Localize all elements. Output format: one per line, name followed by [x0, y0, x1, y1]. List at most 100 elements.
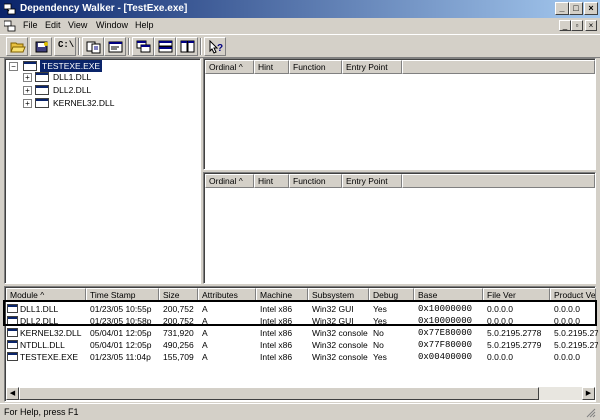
scroll-right-button[interactable]: ▶	[582, 387, 595, 400]
cell-debug: Yes	[373, 352, 387, 362]
tree-item-label: DLL1.DLL	[53, 72, 92, 82]
mdi-restore-button[interactable]: ▫	[571, 20, 583, 31]
cascade-windows-icon	[136, 40, 151, 53]
cell-time-stamp: 05/04/01 12:05p	[90, 328, 152, 338]
cell-file-version: 0.0.0.0	[487, 352, 513, 362]
cell-product-version: 5.0.2195.27	[554, 328, 598, 338]
cell-machine: Intel x86	[260, 340, 293, 350]
cell-attributes: A	[202, 340, 208, 350]
column-header-filler	[402, 174, 595, 188]
parent-imports-pane[interactable]: Ordinal ^ Hint Function Entry Point	[203, 58, 596, 170]
tile-horizontal-icon	[158, 40, 173, 53]
column-header-entry-point[interactable]: Entry Point	[342, 60, 402, 74]
copy-icon	[86, 41, 101, 54]
scroll-left-button[interactable]: ◀	[6, 387, 19, 400]
dll-module-icon	[35, 72, 49, 82]
whats-this-button[interactable]: ?	[204, 37, 226, 56]
title-bar[interactable]: Dependency Walker - [TestExe.exe] _ □ ×	[0, 0, 600, 18]
scrollbar-thumb[interactable]	[19, 387, 539, 400]
size-grip-icon[interactable]	[586, 408, 596, 418]
menu-view[interactable]: View	[68, 19, 87, 32]
menu-edit[interactable]: Edit	[45, 19, 61, 32]
column-header-ordinal[interactable]: Ordinal ^	[205, 174, 254, 188]
table-row[interactable]: TESTEXE.EXE 01/23/05 11:04p 155,709 A Intel …	[6, 351, 598, 363]
cascade-windows-button[interactable]	[132, 37, 154, 56]
cell-module-name: TESTEXE.EXE	[20, 352, 79, 362]
table-row[interactable]: NTDLL.DLL 05/04/01 12:05p 490,256 A Intel x8…	[6, 339, 598, 351]
svg-text:?: ?	[217, 43, 223, 54]
expand-toggle[interactable]: +	[23, 86, 32, 95]
cell-time-stamp: 01/23/05 11:04p	[90, 352, 151, 362]
module-icon	[7, 328, 18, 337]
mdi-child-icon[interactable]	[3, 20, 16, 32]
tile-vertical-button[interactable]	[176, 37, 198, 56]
column-header-hint[interactable]: Hint	[254, 60, 289, 74]
minimize-button[interactable]: _	[555, 2, 569, 15]
column-header-ordinal[interactable]: Ordinal ^	[205, 60, 254, 74]
column-header-hint[interactable]: Hint	[254, 174, 289, 188]
maximize-button[interactable]: □	[569, 2, 583, 15]
exports-pane[interactable]: Ordinal ^ Hint Function Entry Point	[203, 172, 596, 284]
properties-icon	[108, 41, 123, 53]
toolbar: C:\ ?	[0, 34, 600, 58]
toolbar-separator	[128, 38, 130, 55]
cell-base-address: 0x00400000	[418, 352, 473, 362]
mdi-close-button[interactable]: ×	[585, 20, 597, 31]
cell-subsystem: Win32 console	[312, 340, 368, 350]
save-button[interactable]	[30, 37, 52, 56]
cell-size: 490,256	[163, 340, 194, 350]
menu-help[interactable]: Help	[135, 19, 154, 32]
cell-machine: Intel x86	[260, 328, 293, 338]
cell-base-address: 0x77F80000	[418, 340, 473, 350]
cell-file-version: 5.0.2195.2779	[487, 340, 542, 350]
column-header-entry-point[interactable]: Entry Point	[342, 174, 402, 188]
menu-window[interactable]: Window	[96, 19, 128, 32]
toolbar-separator	[78, 38, 80, 55]
window-title: Dependency Walker - [TestExe.exe]	[20, 3, 188, 14]
cell-module-name: KERNEL32.DLL	[20, 328, 82, 338]
status-text: For Help, press F1	[4, 407, 79, 417]
menu-bar: File Edit View Window Help _ ▫ ×	[0, 18, 600, 34]
whats-this-help-icon: ?	[209, 40, 223, 54]
expand-toggle[interactable]: +	[23, 99, 32, 108]
table-row[interactable]: KERNEL32.DLL 05/04/01 12:05p 731,920 A Intel…	[6, 327, 598, 339]
cell-attributes: A	[202, 328, 208, 338]
module-icon	[7, 340, 18, 349]
cell-base-address: 0x77E80000	[418, 328, 473, 338]
cell-subsystem: Win32 console	[312, 328, 368, 338]
module-icon	[7, 352, 18, 361]
copy-button[interactable]	[82, 37, 104, 56]
expand-toggle[interactable]: +	[23, 73, 32, 82]
cell-debug: No	[373, 340, 384, 350]
open-button[interactable]	[6, 37, 28, 56]
tree-item-label: DLL2.DLL	[53, 85, 92, 95]
collapse-toggle[interactable]: −	[9, 62, 18, 71]
app-icon	[3, 3, 16, 15]
save-icon	[35, 41, 48, 53]
cell-size: 155,709	[163, 352, 194, 362]
toolbar-separator	[200, 38, 202, 55]
exe-module-icon	[23, 61, 37, 71]
properties-button[interactable]	[104, 37, 126, 56]
tile-horizontal-button[interactable]	[154, 37, 176, 56]
cell-attributes: A	[202, 352, 208, 362]
cell-product-version: 5.0.2195.27	[554, 340, 598, 350]
dll-module-icon	[35, 98, 49, 108]
column-header-filler	[402, 60, 595, 74]
status-bar: For Help, press F1	[0, 403, 600, 420]
tile-vertical-icon	[180, 40, 195, 53]
cell-size: 731,920	[163, 328, 194, 338]
cell-subsystem: Win32 console	[312, 352, 368, 362]
horizontal-scrollbar[interactable]: ◀ ▶	[6, 387, 595, 400]
highlight-box	[3, 300, 597, 326]
command-prompt-icon: C:\	[58, 40, 75, 50]
column-header-function[interactable]: Function	[289, 174, 342, 188]
tree-item-label: KERNEL32.DLL	[53, 98, 115, 108]
dll-module-icon	[35, 85, 49, 95]
menu-file[interactable]: File	[23, 19, 38, 32]
close-button[interactable]: ×	[584, 2, 598, 15]
mdi-minimize-button[interactable]: _	[559, 20, 571, 31]
column-header-function[interactable]: Function	[289, 60, 342, 74]
command-prompt-button[interactable]: C:\	[54, 37, 76, 56]
module-tree-pane[interactable]: − TESTEXE.EXE + DLL1.DLL + DLL2.DLL + KE…	[4, 58, 201, 284]
